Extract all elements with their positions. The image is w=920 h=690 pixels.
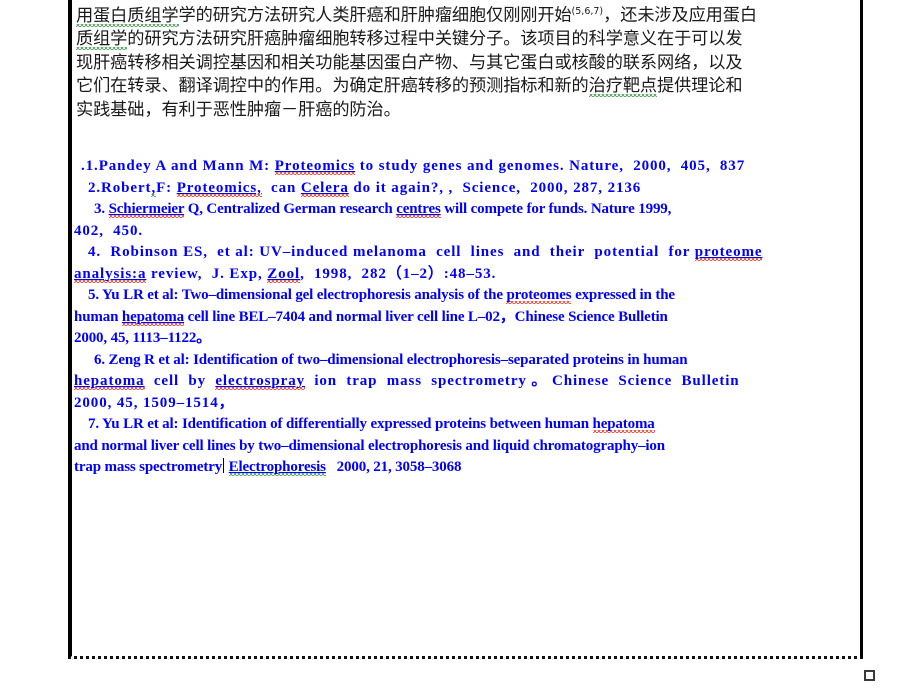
body-line-2: 质组学的研究方法研究肝癌肿瘤细胞转移过程中关键分子。该项目的科学意义在于可以发 <box>76 28 858 52</box>
reference-item-5-line-3: 2000, 45, 1113–1122。 <box>74 328 860 350</box>
reference-item-7-line-3: trap mass spectrometry Electrophoresis 2… <box>74 457 860 479</box>
ref4-spell-analysis: analysis:a <box>74 265 147 282</box>
reference-item-5-line-2: human hepatoma cell line BEL–7404 and no… <box>74 307 860 329</box>
ref2-seg-c: can <box>261 179 301 196</box>
body-line-4: 它们在转录、翻译调控中的作用。为确定肝癌转移的预测指标和新的治疗靶点提供理论和 <box>76 75 858 99</box>
ref3-seg-c: will compete for funds. Nature 1999, <box>440 201 672 217</box>
reference-item-5-line-1: 5. Yu LR et al: Two–dimensional gel elec… <box>74 285 860 307</box>
ref7-seg-e: 2000, 21, 3058–3068 <box>325 459 462 475</box>
ref6-seg-d: 2000, 45, 1509–1514， <box>74 394 235 411</box>
ref6-spell-electrospray: electrospray <box>215 373 306 389</box>
ref7-grammar-electrophoresis: Electrophoresis <box>228 459 326 475</box>
ref5-spell-proteomes: proteomes <box>506 287 572 303</box>
body-line-5: 实践基础，有利于恶性肿瘤－肝癌的防治。 <box>76 99 401 120</box>
ref7-seg-c: trap mass spectrometry <box>74 459 223 475</box>
ref6-seg-b: cell by <box>144 373 216 389</box>
ref3-seg-b: Q, Centralized German research <box>184 201 397 217</box>
grammar-flag-3: 治疗靶点 <box>588 76 657 97</box>
text-cursor <box>223 458 225 473</box>
ref7-seg-b: and normal liver cell lines by two–dimen… <box>74 437 665 454</box>
ref4-seg-a: 4. Robinson ES, et al: UV–induced melano… <box>88 244 695 260</box>
ref7-seg-a: 7. Yu LR et al: Identification of differ… <box>88 416 593 432</box>
slide-canvas: 用蛋白质组学学的研究方法研究人类肝癌和肝肿瘤细胞仅刚刚开始(5,6,7)，还未涉… <box>0 0 920 690</box>
reference-item-3-line-2: 402, 450. <box>74 221 860 243</box>
ref5-seg-a: 5. Yu LR et al: Two–dimensional gel elec… <box>88 287 507 303</box>
body-line-3: 现肝癌转移相关调控基因和相关功能基因蛋白产物、与其它蛋白或核酸的联系网络，以及 <box>76 52 743 73</box>
ref5-spell-hepatoma: hepatoma <box>121 308 185 325</box>
ref1-seg-b: to study genes and genomes. Nature, 2000… <box>355 158 746 174</box>
body-line-1: 用蛋白质组学学的研究方法研究人类肝癌和肝肿瘤细胞仅刚刚开始(5,6,7)，还未涉… <box>76 0 858 28</box>
ref3-seg-d: 402, 450. <box>74 222 143 239</box>
body-line-4-head: 它们在转录、翻译调控中的作用。为确定肝癌转移的预测指标和新的 <box>76 76 589 97</box>
ref2-seg-a: 2.Robert <box>88 179 152 196</box>
grammar-flag-1: 用蛋白质组学 <box>76 5 179 26</box>
ref6-seg-c: ion trap mass spectrometry 。 Chinese Sci… <box>305 373 740 389</box>
ref2-seg-b: F: <box>156 179 177 196</box>
ref3-spell-centres: centres <box>396 201 441 217</box>
ref4-seg-c: , 1998, 282（1–2）:48–53. <box>300 265 497 282</box>
body-line-4-tail: 提供理论和 <box>657 76 743 97</box>
ref1-seg-a: .1.Pandey A and Mann M: <box>81 158 275 174</box>
ref6-seg-a: 6. Zeng R et al: Identification of two–d… <box>94 351 688 368</box>
ref1-spell-proteomics: Proteomics <box>274 158 356 174</box>
text-frame-inner: 用蛋白质组学学的研究方法研究人类肝癌和肝肿瘤细胞仅刚刚开始(5,6,7)，还未涉… <box>72 0 860 656</box>
text-frame[interactable]: 用蛋白质组学学的研究方法研究人类肝癌和肝肿瘤细胞仅刚刚开始(5,6,7)，还未涉… <box>68 0 863 659</box>
reference-item-7-line-1: 7. Yu LR et al: Identification of differ… <box>74 414 860 436</box>
body-line-1-tail: ，还未涉及应用蛋白 <box>603 5 757 26</box>
resize-handle[interactable] <box>864 670 875 681</box>
reference-item-6-line-3: 2000, 45, 1509–1514， <box>74 393 860 415</box>
reference-item-2: 2.Robert,F: Proteomics, can Celera do it… <box>74 178 860 200</box>
ref5-seg-c: human <box>74 308 122 325</box>
body-line-1-rest: 学的研究方法研究人类肝癌和肝肿瘤细胞仅刚刚开始 <box>178 5 572 26</box>
reference-item-7-line-2: and normal liver cell lines by two–dimen… <box>74 436 860 458</box>
ref4-seg-b: review, J. Exp, <box>146 265 268 282</box>
reference-list[interactable]: .1.Pandey A and Mann M: Proteomics to st… <box>74 156 860 479</box>
grammar-flag-2: 质组学 <box>76 29 128 50</box>
ref5-seg-b: expressed in the <box>571 287 675 303</box>
ref2-seg-d: do it again?, , Science, 2000, 287, 2136 <box>348 179 642 196</box>
body-line-2-rest: 的研究方法研究肝癌肿瘤细胞转移过程中关键分子。该项目的科学意义在于可以发 <box>127 29 743 50</box>
ref3-seg-a: 3. <box>94 201 109 217</box>
reference-item-4-line-1: 4. Robinson ES, et al: UV–induced melano… <box>74 242 860 264</box>
reference-item-6-line-1: 6. Zeng R et al: Identification of two–d… <box>74 350 860 372</box>
ref6-spell-hepatoma: hepatoma <box>74 373 145 389</box>
ref2-spell-proteomics: Proteomics, <box>176 179 262 196</box>
citation-superscript: (5,6,7) <box>571 6 604 17</box>
body-paragraph[interactable]: 用蛋白质组学学的研究方法研究人类肝癌和肝肿瘤细胞仅刚刚开始(5,6,7)，还未涉… <box>76 0 858 122</box>
ref3-spell-schiermeier: Schiermeier <box>108 201 185 217</box>
ref4-spell-zool: Zool <box>267 265 301 282</box>
reference-item-1: .1.Pandey A and Mann M: Proteomics to st… <box>74 156 860 178</box>
reference-item-6-line-2: hepatoma cell by electrospray ion trap m… <box>74 371 860 393</box>
ref5-seg-d: cell line BEL–7404 and normal liver cell… <box>184 308 668 325</box>
ref7-spell-hepatoma: hepatoma <box>592 416 655 432</box>
ref4-spell-proteome: proteome <box>694 244 763 260</box>
reference-item-4-line-2: analysis:a review, J. Exp, Zool, 1998, 2… <box>74 264 860 286</box>
ref2-spell-celera: Celera <box>300 179 349 196</box>
ref5-seg-e: 2000, 45, 1113–1122。 <box>74 330 212 346</box>
reference-item-3-line-1: 3. Schiermeier Q, Centralized German res… <box>74 199 860 221</box>
